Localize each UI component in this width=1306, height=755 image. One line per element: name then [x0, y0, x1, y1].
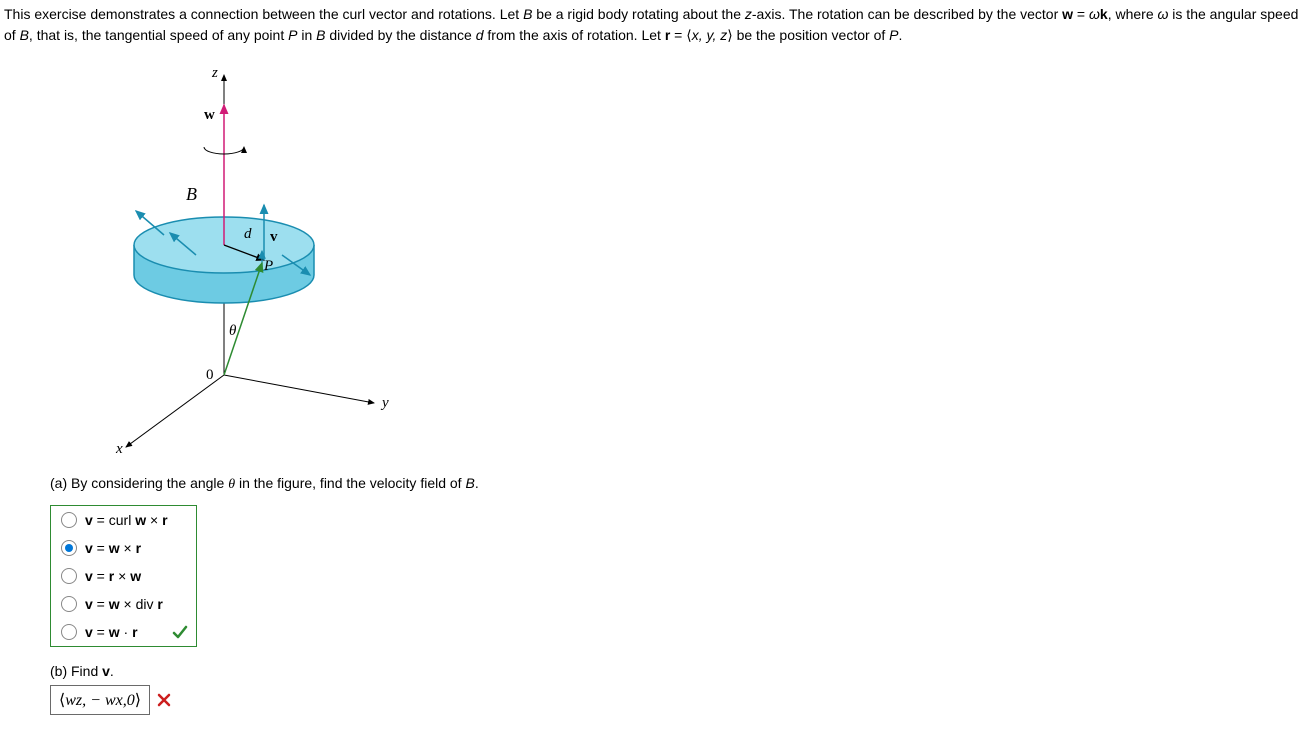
radio-icon[interactable]: [61, 624, 77, 640]
option-label: v = w × r: [77, 540, 141, 556]
part-a-text: in the figure, find the velocity field o…: [235, 475, 465, 491]
part-b-question: (b) Find v.: [50, 663, 1302, 679]
radio-icon[interactable]: [61, 596, 77, 612]
v-label: v: [270, 229, 278, 245]
y-axis-label: y: [380, 395, 389, 411]
option-2[interactable]: v = w × r: [51, 534, 196, 562]
radio-icon[interactable]: [61, 512, 77, 528]
prompt-text: -axis. The rotation can be described by …: [752, 6, 1062, 22]
origin-label: 0: [206, 367, 214, 383]
prompt-text: , that is, the tangential speed of any p…: [29, 27, 288, 43]
option-4[interactable]: v = w × div r: [51, 590, 196, 618]
part-a-answer-box: v = curl w × r v = w × r v = r × w v = w…: [50, 505, 197, 647]
x-axis-label: x: [115, 441, 123, 455]
var-B2: B: [20, 27, 29, 43]
figure: y x z 0 B w d P v θ: [4, 55, 1302, 455]
theta-label: θ: [229, 323, 237, 339]
option-label: v = w × div r: [77, 596, 163, 612]
x-mark-icon: [156, 692, 172, 708]
part-b-answer-row: ⟨wz, − wx,0⟩: [50, 685, 1302, 715]
prompt-text: be the position vector of: [733, 27, 889, 43]
var-B: B: [465, 475, 474, 491]
d-label: d: [244, 226, 252, 242]
rotation-diagram: y x z 0 B w d P v θ: [4, 55, 404, 455]
prompt-text: .: [898, 27, 902, 43]
var-k: k: [1100, 6, 1108, 22]
var-omega2: ω: [1158, 6, 1169, 22]
radio-icon-selected[interactable]: [61, 540, 77, 556]
option-label: v = w · r: [77, 624, 138, 640]
prompt-text: divided by the distance: [325, 27, 475, 43]
var-d: d: [476, 27, 484, 43]
prompt-text: This exercise demonstrates a connection …: [4, 6, 523, 22]
prompt-text: =: [670, 27, 686, 43]
disk-label-B: B: [186, 184, 197, 204]
var-B: B: [523, 6, 532, 22]
z-axis-label: z: [211, 65, 218, 81]
checkmark-icon: [172, 624, 188, 640]
var-z: z: [745, 6, 752, 22]
prompt-text: is the: [1168, 6, 1205, 22]
angle-bracket-close: ⟩: [135, 692, 141, 709]
part-a-text: .: [475, 475, 479, 491]
part-a-question: (a) By considering the angle θ in the fi…: [50, 475, 1302, 493]
radio-icon[interactable]: [61, 568, 77, 584]
option-label: v = curl w × r: [77, 512, 168, 528]
var-w: w: [1062, 6, 1073, 22]
prompt-text: be a rigid body rotating about the: [532, 6, 744, 22]
x-axis: [126, 375, 224, 447]
prompt-text: =: [1073, 6, 1089, 22]
answer-body: wz, − wx,0: [65, 692, 134, 709]
option-3[interactable]: v = r × w: [51, 562, 196, 590]
part-b-text: (b) Find: [50, 663, 102, 679]
part-b-text: .: [110, 663, 114, 679]
var-v: v: [102, 663, 110, 679]
part-a-text: (a) By considering the angle: [50, 475, 228, 491]
option-1[interactable]: v = curl w × r: [51, 506, 196, 534]
y-axis: [224, 375, 374, 403]
point-P-label: P: [263, 258, 273, 274]
prompt-text: in: [297, 27, 316, 43]
var-omega: ω: [1089, 6, 1100, 22]
prompt-text: , where: [1108, 6, 1158, 22]
w-label: w: [204, 107, 215, 123]
option-label: v = r × w: [77, 568, 141, 584]
prompt-text: from the axis of rotation. Let: [484, 27, 665, 43]
part-b-answer-input[interactable]: ⟨wz, − wx,0⟩: [50, 685, 150, 715]
var-xyz: x, y, z: [692, 27, 728, 43]
problem-prompt: This exercise demonstrates a connection …: [4, 4, 1302, 47]
